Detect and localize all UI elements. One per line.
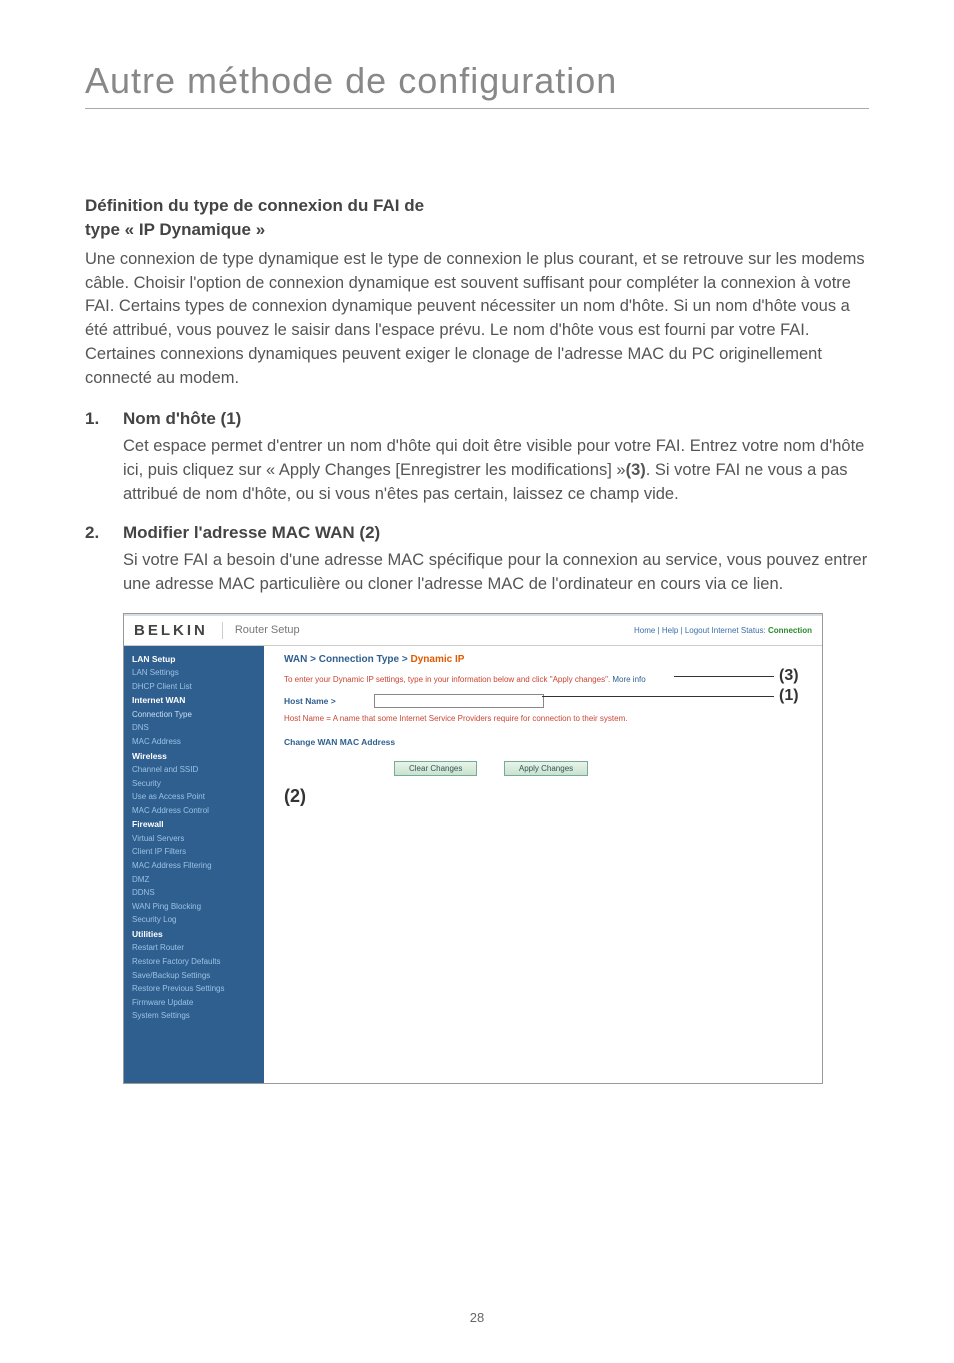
status-value: Connection	[768, 626, 812, 635]
crumb-wan: WAN >	[284, 654, 319, 665]
screenshot-topbar: BELKIN Router Setup Home | Help | Logout…	[124, 616, 822, 646]
instr-main: To enter your Dynamic IP settings, type …	[284, 675, 612, 684]
list-item-1-header: 1. Nom d'hôte (1)	[85, 409, 869, 429]
item1-label: Nom d'hôte (1)	[123, 409, 241, 429]
screenshot-sidebar: LAN Setup LAN Settings DHCP Client List …	[124, 646, 264, 1083]
page-title: Autre méthode de configuration	[85, 60, 869, 102]
more-info-link[interactable]: More info	[612, 675, 645, 684]
host-note: Host Name = A name that some Internet Se…	[284, 714, 810, 723]
button-row: Clear Changes Apply Changes	[394, 761, 810, 776]
item1-body: Cet espace permet d'entrer un nom d'hôte…	[123, 435, 869, 507]
page-number: 28	[0, 1310, 954, 1325]
sidebar-lan-setup[interactable]: LAN Setup	[132, 652, 256, 666]
callout-3: (3)	[779, 667, 799, 685]
crumb-dyn: Dynamic IP	[411, 654, 465, 665]
sidebar-restore-factory[interactable]: Restore Factory Defaults	[132, 955, 256, 969]
status-links[interactable]: Home | Help | Logout Internet Status:	[634, 626, 768, 635]
intro-paragraph: Une connexion de type dynamique est le t…	[85, 248, 869, 392]
brand-logo: BELKIN	[134, 622, 223, 639]
sidebar-mac-address[interactable]: MAC Address	[132, 735, 256, 749]
apply-changes-button[interactable]: Apply Changes	[504, 761, 588, 776]
sidebar-mac-control[interactable]: MAC Address Control	[132, 804, 256, 818]
host-name-label: Host Name >	[284, 696, 374, 706]
sidebar-internet-wan[interactable]: Internet WAN	[132, 693, 256, 707]
title-rule	[85, 108, 869, 109]
sidebar-firewall[interactable]: Firewall	[132, 817, 256, 831]
sidebar-restore-prev[interactable]: Restore Previous Settings	[132, 982, 256, 996]
clear-changes-button[interactable]: Clear Changes	[394, 761, 477, 776]
sidebar-save-backup[interactable]: Save/Backup Settings	[132, 969, 256, 983]
sidebar-wan-ping[interactable]: WAN Ping Blocking	[132, 900, 256, 914]
sidebar-connection-type[interactable]: Connection Type	[132, 708, 256, 722]
callout-1: (1)	[779, 687, 799, 705]
sidebar-system[interactable]: System Settings	[132, 1009, 256, 1023]
sidebar-virtual-servers[interactable]: Virtual Servers	[132, 832, 256, 846]
crumb-ct: Connection Type >	[319, 654, 411, 665]
sidebar-dmz[interactable]: DMZ	[132, 873, 256, 887]
breadcrumb: WAN > Connection Type > Dynamic IP	[284, 654, 810, 665]
list-item-2-header: 2. Modifier l'adresse MAC WAN (2)	[85, 523, 869, 543]
sidebar-use-ap[interactable]: Use as Access Point	[132, 790, 256, 804]
sidebar-wireless[interactable]: Wireless	[132, 749, 256, 763]
setup-label: Router Setup	[235, 624, 634, 636]
callout-line-1	[542, 696, 774, 697]
status-bar: Home | Help | Logout Internet Status: Co…	[634, 626, 812, 635]
callout-line-3	[674, 676, 774, 677]
sidebar-lan-settings[interactable]: LAN Settings	[132, 666, 256, 680]
callout-2: (2)	[284, 786, 306, 807]
sidebar-firmware[interactable]: Firmware Update	[132, 996, 256, 1010]
sidebar-dns[interactable]: DNS	[132, 721, 256, 735]
change-mac-link[interactable]: Change WAN MAC Address	[284, 737, 810, 747]
sidebar-ddns[interactable]: DDNS	[132, 886, 256, 900]
item2-number: 2.	[85, 523, 123, 543]
item2-label: Modifier l'adresse MAC WAN (2)	[123, 523, 380, 543]
item1-body-bold: (3)	[626, 461, 646, 479]
heading-line2: type « IP Dynamique »	[85, 220, 265, 239]
sidebar-utilities[interactable]: Utilities	[132, 927, 256, 941]
sidebar-security[interactable]: Security	[132, 777, 256, 791]
sidebar-mac-filtering[interactable]: MAC Address Filtering	[132, 859, 256, 873]
sidebar-dhcp-client[interactable]: DHCP Client List	[132, 680, 256, 694]
sidebar-client-ip[interactable]: Client IP Filters	[132, 845, 256, 859]
embedded-screenshot: BELKIN Router Setup Home | Help | Logout…	[123, 613, 823, 1084]
sidebar-security-log[interactable]: Security Log	[132, 913, 256, 927]
section-heading: Définition du type de connexion du FAI d…	[85, 194, 869, 242]
sidebar-channel-ssid[interactable]: Channel and SSID	[132, 763, 256, 777]
item1-number: 1.	[85, 409, 123, 429]
item2-body: Si votre FAI a besoin d'une adresse MAC …	[123, 549, 869, 597]
sidebar-restart[interactable]: Restart Router	[132, 941, 256, 955]
host-name-input[interactable]	[374, 694, 544, 708]
heading-line1: Définition du type de connexion du FAI d…	[85, 196, 424, 215]
screenshot-main: WAN > Connection Type > Dynamic IP To en…	[264, 646, 822, 1083]
